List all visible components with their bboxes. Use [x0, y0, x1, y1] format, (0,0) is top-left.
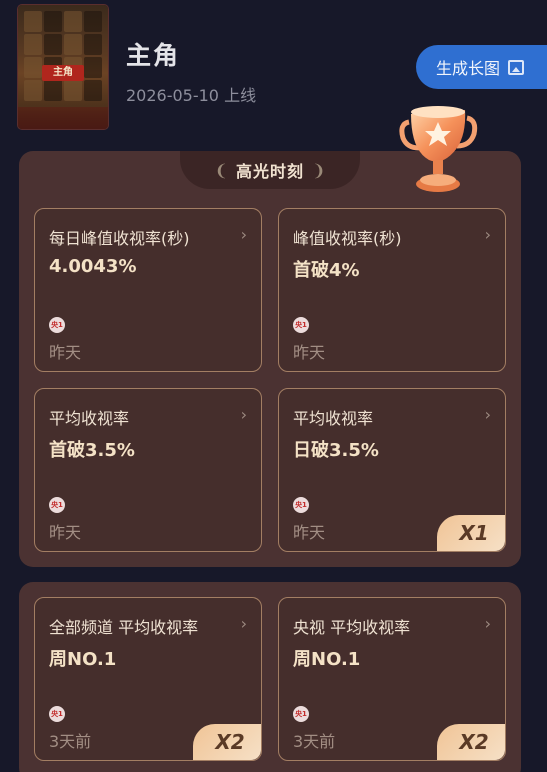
highlight-card[interactable]: 每日峰值收视率(秒) › 4.0043% 央1 昨天	[34, 208, 262, 372]
card-time: 昨天	[49, 343, 82, 362]
card-time: 昨天	[49, 523, 82, 542]
chevron-right-icon: ›	[484, 614, 491, 633]
highlight-panel: ❨ 高光时刻 ❩ 每日峰值收视率(秒) › 4.0043% 央1 昨天 峰值收视…	[19, 151, 521, 567]
card-value: 4.0043%	[49, 256, 137, 277]
poster-logo: 主角	[42, 65, 84, 81]
highlight-card[interactable]: 平均收视率 › 首破3.5% 央1 昨天	[34, 388, 262, 552]
chevron-right-icon: ›	[240, 225, 247, 244]
card-metric: 每日峰值收视率(秒)	[49, 229, 190, 248]
laurel-right-icon: ❩	[312, 160, 326, 180]
cctv1-icon: 央1	[293, 706, 309, 722]
laurel-left-icon: ❨	[214, 160, 228, 180]
count-badge: X1	[437, 515, 505, 551]
highlight-banner: ❨ 高光时刻 ❩	[180, 151, 360, 189]
card-value: 首破4%	[293, 260, 360, 281]
card-time: 昨天	[293, 523, 326, 542]
show-title: 主角	[126, 41, 181, 70]
card-time: 昨天	[293, 343, 326, 362]
ranking-card[interactable]: 全部频道 平均收视率 › 周NO.1 央1 3天前 X2	[34, 597, 262, 761]
chevron-right-icon: ›	[484, 405, 491, 424]
image-icon	[508, 59, 525, 75]
release-date: 2026-05-10 上线	[126, 86, 257, 105]
highlight-card[interactable]: 峰值收视率(秒) › 首破4% 央1 昨天	[278, 208, 506, 372]
chevron-right-icon: ›	[240, 614, 247, 633]
card-value: 周NO.1	[293, 649, 361, 670]
generate-label: 生成长图	[436, 59, 501, 78]
ranking-card[interactable]: 央视 平均收视率 › 周NO.1 央1 3天前 X2	[278, 597, 506, 761]
cctv1-icon: 央1	[49, 497, 65, 513]
count-badge: X2	[437, 724, 505, 760]
cctv1-icon: 央1	[293, 317, 309, 333]
card-metric: 平均收视率	[293, 409, 374, 428]
card-value: 首破3.5%	[49, 440, 135, 461]
cctv1-icon: 央1	[49, 706, 65, 722]
banner-title: 高光时刻	[235, 162, 304, 181]
trophy-icon	[399, 106, 478, 192]
ranking-panel: 全部频道 平均收视率 › 周NO.1 央1 3天前 X2 央视 平均收视率 › …	[19, 582, 521, 772]
card-metric: 全部频道 平均收视率	[49, 618, 199, 637]
chevron-right-icon: ›	[240, 405, 247, 424]
card-metric: 平均收视率	[49, 409, 130, 428]
card-value: 周NO.1	[49, 649, 117, 670]
chevron-right-icon: ›	[484, 225, 491, 244]
generate-long-image-button[interactable]: 生成长图	[416, 45, 547, 89]
card-metric: 央视 平均收视率	[293, 618, 411, 637]
highlight-card[interactable]: 平均收视率 › 日破3.5% 央1 昨天 X1	[278, 388, 506, 552]
card-value: 日破3.5%	[293, 440, 379, 461]
cctv1-icon: 央1	[293, 497, 309, 513]
cctv1-icon: 央1	[49, 317, 65, 333]
show-poster[interactable]: 主角	[18, 5, 108, 129]
card-time: 3天前	[49, 732, 92, 751]
card-time: 3天前	[293, 732, 336, 751]
count-badge: X2	[193, 724, 261, 760]
card-metric: 峰值收视率(秒)	[293, 229, 402, 248]
